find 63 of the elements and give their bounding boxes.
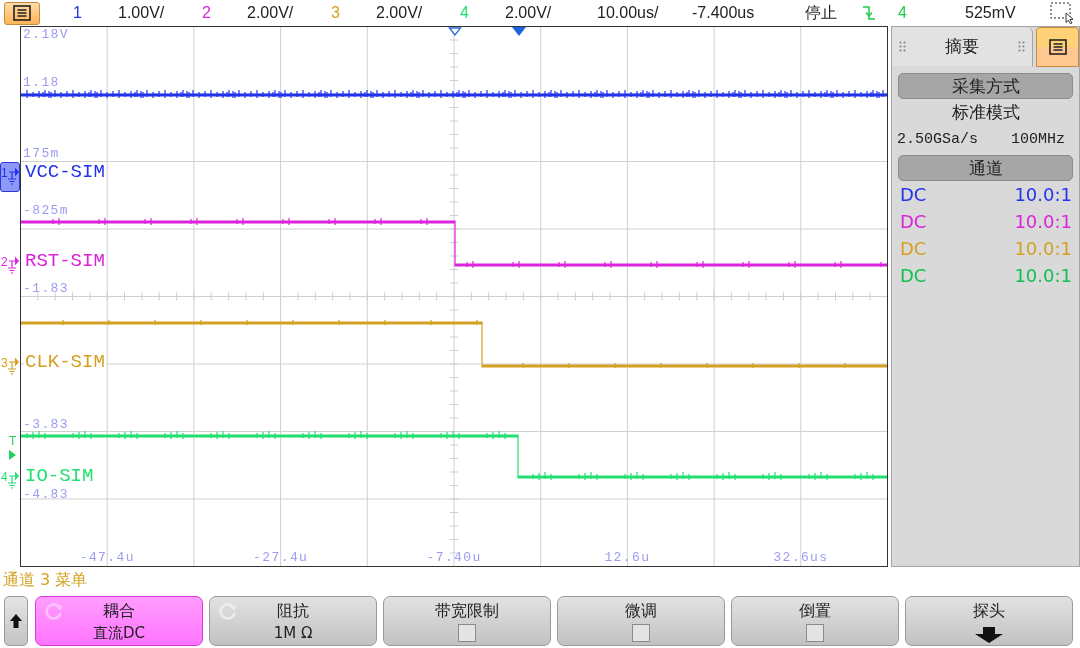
softkey[interactable]: 阻抗 1M Ω [209, 596, 377, 646]
horizontal-delay[interactable]: -7.400us [692, 4, 755, 21]
falling-edge-icon [862, 5, 876, 21]
coupling-value: DC [900, 183, 927, 207]
vertical-scale[interactable]: 2.00V/ [505, 4, 552, 21]
softkey[interactable]: 探头 [905, 596, 1073, 646]
vertical-scale[interactable]: 1.00V/ [118, 4, 165, 21]
probe-ratio: 10.0:1 [1014, 210, 1072, 234]
axis-label: -47.4u [79, 551, 135, 565]
axis-label: 2.18V [23, 28, 69, 42]
acquisition-mode: 标准模式 [951, 101, 1020, 124]
trigger-level[interactable]: 525mV [965, 4, 1016, 21]
axis-label: 175m [23, 147, 60, 161]
grip-icon [899, 41, 906, 52]
cycle-arrow-icon [44, 601, 64, 621]
menu-icon [13, 5, 31, 21]
up-button[interactable] [4, 596, 28, 646]
probe-ratio: 10.0:1 [1014, 237, 1072, 261]
softkey[interactable]: 倒置 [731, 596, 899, 646]
channel-marker[interactable]: 2 [0, 251, 20, 281]
section-header: 通道 [898, 155, 1073, 181]
bandwidth: 100MHz [1011, 130, 1065, 150]
axis-label: 12.6u [604, 551, 651, 565]
coupling-value: DC [900, 237, 927, 261]
timebase-scale[interactable]: 10.00us/ [597, 4, 659, 21]
summary-tab[interactable]: 摘要 [892, 27, 1033, 67]
axis-label: -1.83 [23, 282, 69, 296]
down-arrow-icon [975, 627, 1003, 643]
coupling-value: DC [900, 210, 927, 234]
vertical-scale[interactable]: 2.00V/ [376, 4, 423, 21]
run-status[interactable]: 停止 [805, 3, 837, 21]
softkey[interactable]: 耦合 直流DC [35, 596, 203, 646]
ground-pointer-icon [7, 355, 19, 377]
axis-label: 32.6us [773, 551, 829, 565]
grip-icon [1018, 41, 1025, 52]
vertical-scale[interactable]: 2.00V/ [247, 4, 294, 21]
triangle-icon [9, 450, 16, 460]
triangle-marker-icon [512, 27, 526, 36]
axis-label: -4.83 [23, 488, 69, 502]
probe-ratio: 10.0:1 [1014, 264, 1072, 288]
menu-button[interactable] [4, 1, 40, 25]
up-arrow-icon [10, 614, 22, 628]
softkey[interactable]: 带宽限制 [383, 596, 551, 646]
ground-pointer-icon [7, 254, 19, 276]
ground-pointer-icon [7, 165, 19, 187]
probe-ratio: 10.0:1 [1014, 183, 1072, 207]
softkey[interactable]: 微调 [557, 596, 725, 646]
axis-label: -7.40u [426, 551, 482, 565]
axis-label: -3.83 [23, 418, 69, 432]
axis-label: 1.18 [23, 76, 60, 90]
axis-label: -825m [23, 204, 69, 218]
channel-number[interactable]: 1 [73, 4, 82, 21]
cycle-arrow-icon [218, 601, 238, 621]
dashed-rectangle-icon [1050, 2, 1075, 24]
menu-tab[interactable] [1036, 27, 1079, 67]
channel-number[interactable]: 2 [202, 4, 211, 21]
axis-label: -27.4u [253, 551, 309, 565]
sample-rate: 2.50GSa/s [897, 130, 978, 150]
section-header: 采集方式 [898, 73, 1073, 99]
ground-pointer-icon [7, 469, 19, 491]
menu-title: 通道 3 菜单 [3, 570, 88, 591]
coupling-value: DC [900, 264, 927, 288]
menu-icon [1048, 39, 1067, 55]
